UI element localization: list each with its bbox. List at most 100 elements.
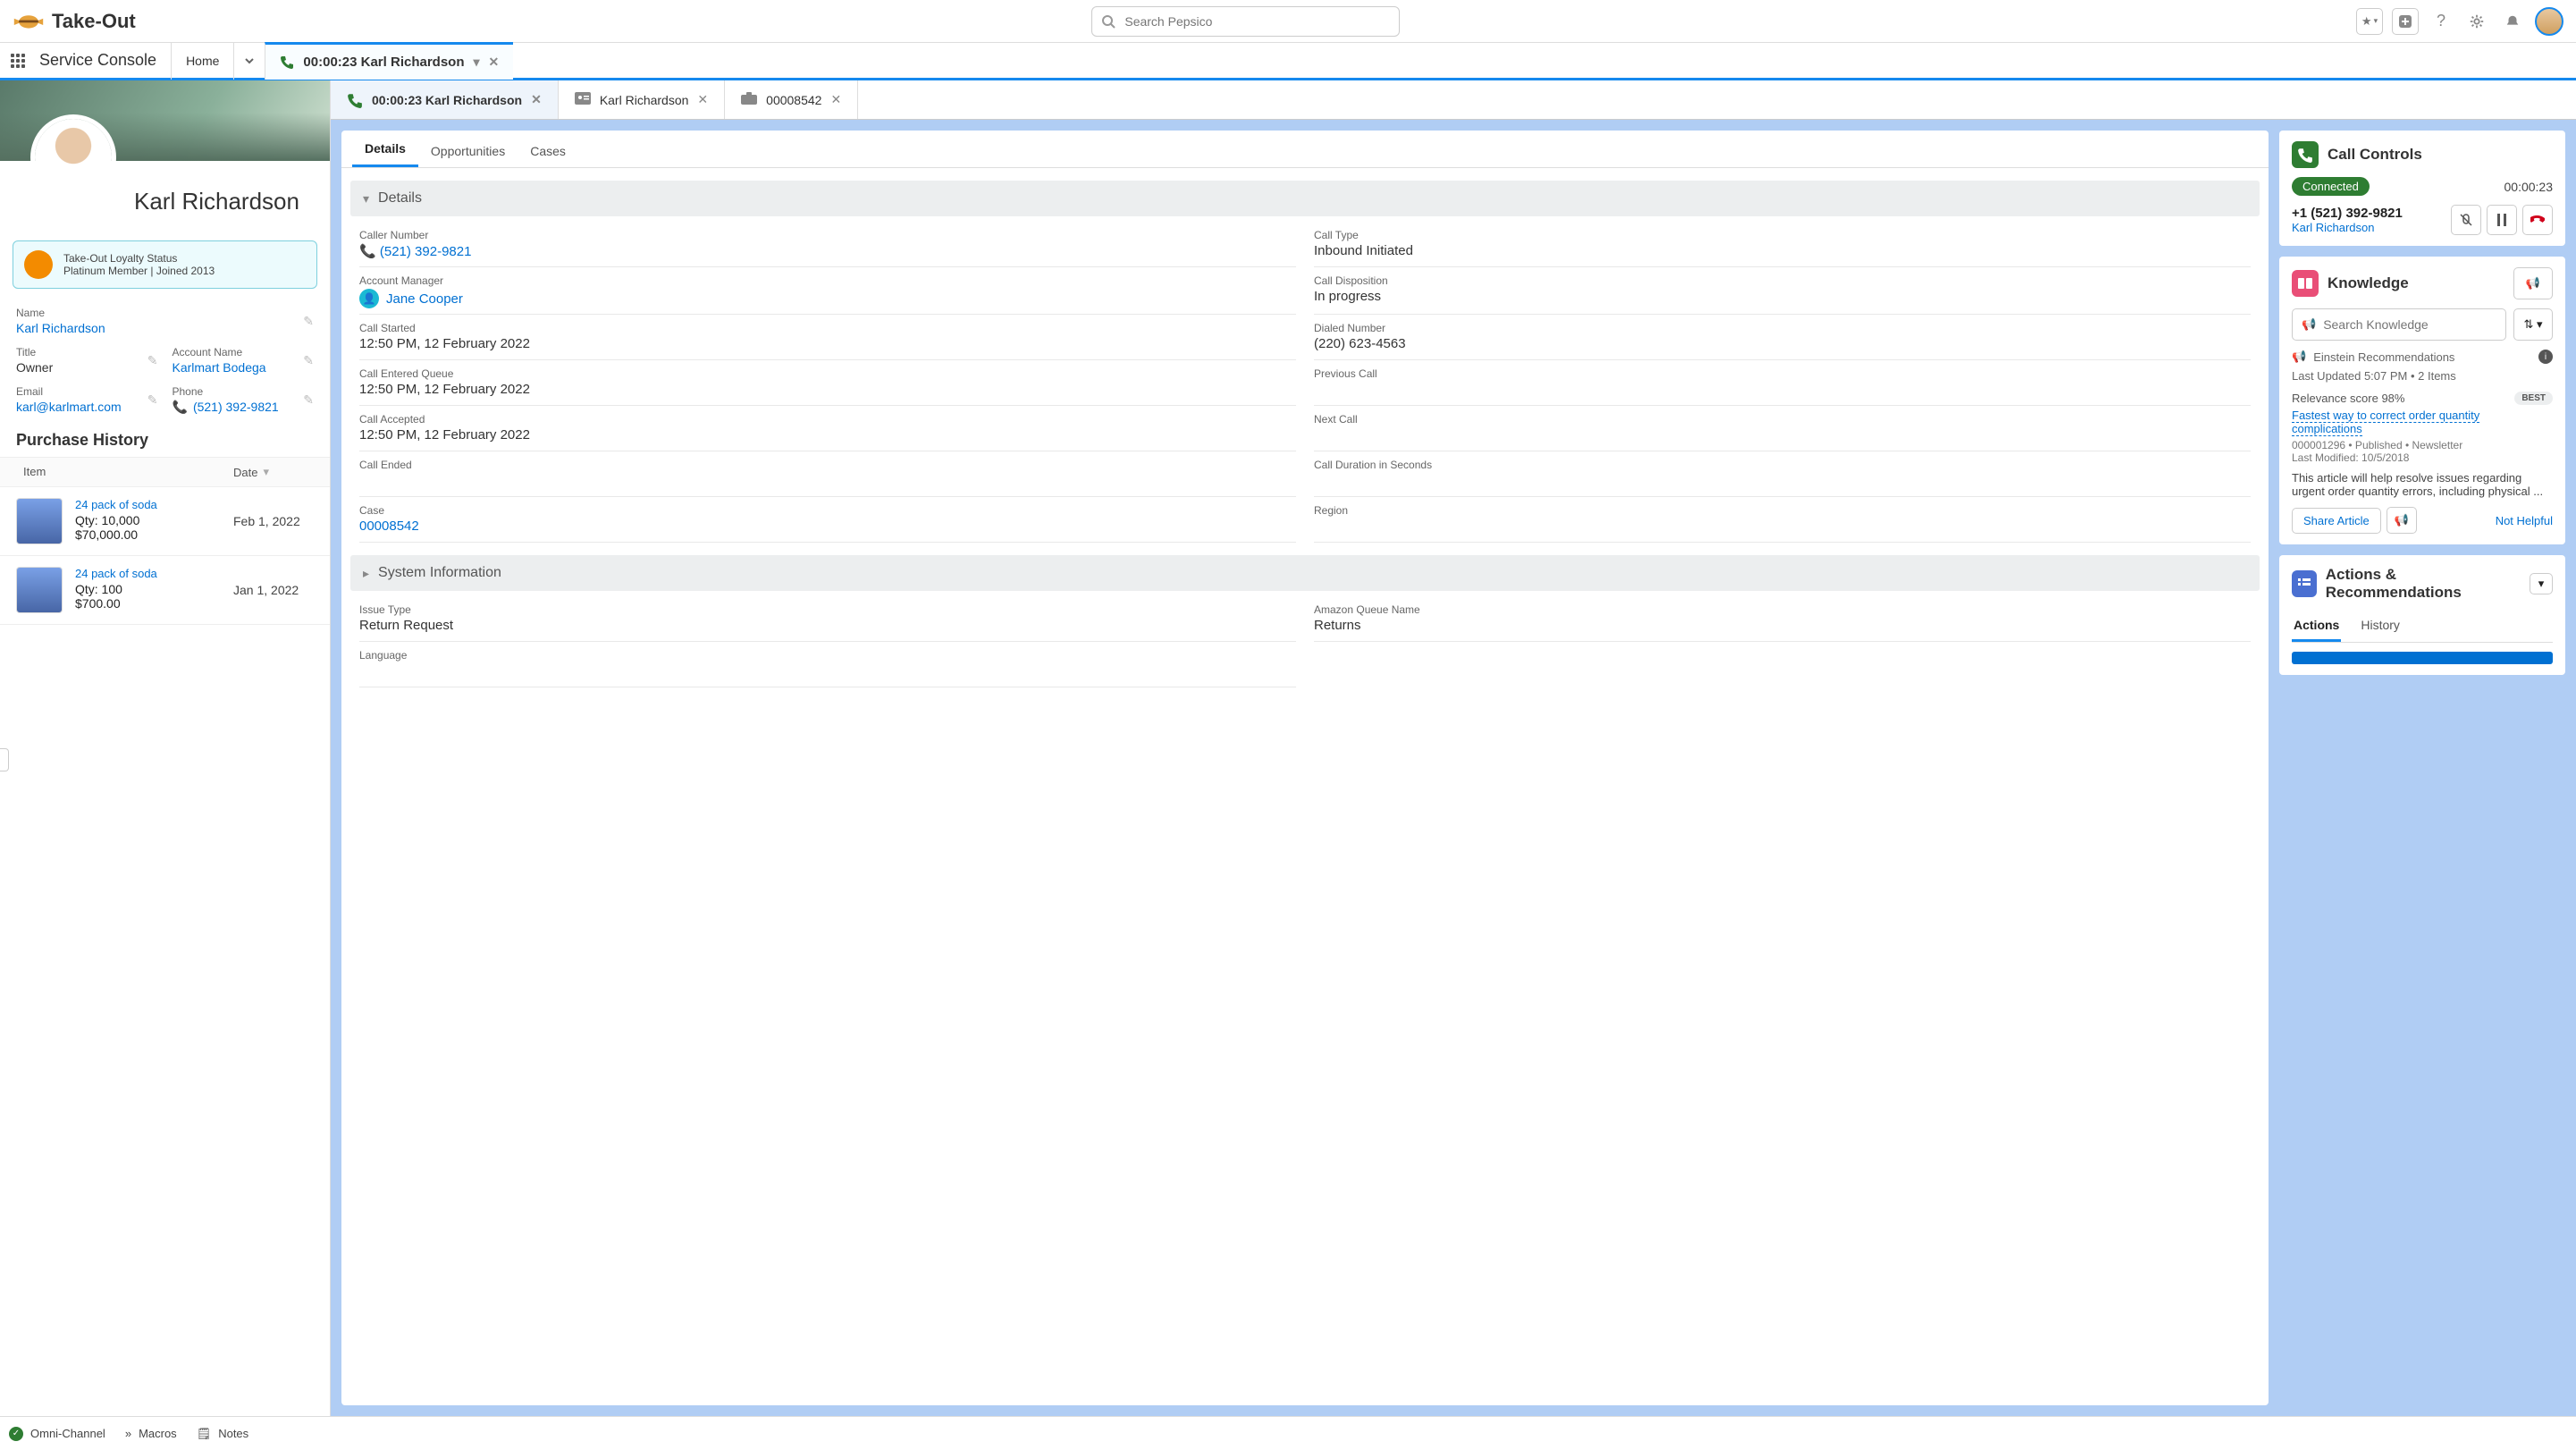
megaphone-icon: 📢 [2302,317,2316,332]
section-system-info[interactable]: ▸ System Information [350,555,2260,591]
label-call-started: Call Started [359,322,1296,334]
article-modified: Last Modified: 10/5/2018 [2292,451,2553,464]
close-icon[interactable]: ✕ [489,55,500,70]
info-icon[interactable]: i [2538,350,2553,364]
actions-icon [2292,570,2317,597]
notifications-icon[interactable] [2499,8,2526,35]
nav-tab-call[interactable]: 00:00:23 Karl Richardson ▾ ✕ [265,42,513,80]
value-account-manager[interactable]: 👤Jane Cooper [359,289,463,308]
briefcase-icon [741,92,757,108]
value-email[interactable]: karl@karlmart.com [16,400,158,414]
subtab-call[interactable]: 00:00:23 Karl Richardson ✕ [331,80,559,119]
nav-tab-home[interactable]: Home [171,42,233,80]
phone-icon [347,92,363,108]
label-previous-call: Previous Call [1314,367,2251,380]
article-link[interactable]: Fastest way to correct order quantity co… [2292,409,2479,436]
knowledge-settings[interactable]: 📢 [2513,267,2553,299]
value-phone[interactable]: 📞(521) 392-9821 [173,400,315,415]
edit-name-icon[interactable]: ✎ [303,314,314,329]
tab-cases[interactable]: Cases [518,135,578,167]
tab-actions[interactable]: Actions [2292,611,2341,642]
expand-handle[interactable] [0,748,9,771]
purchase-row[interactable]: 24 pack of soda Qty: 100 $700.00 Jan 1, … [0,556,330,625]
chevron-right-icon: ▸ [363,566,369,581]
announce-button[interactable]: 📢 [2387,507,2417,534]
share-article-button[interactable]: Share Article [2292,508,2381,534]
einstein-label: Einstein Recommendations [2313,350,2454,364]
value-disposition: In progress [1314,289,2251,307]
sort-button[interactable]: ⇅ ▾ [2513,308,2553,341]
app-launcher[interactable] [0,42,36,80]
purchase-item-link[interactable]: 24 pack of soda [75,498,157,511]
close-icon[interactable]: ✕ [830,92,841,107]
nav-tab-home-menu[interactable] [233,42,265,80]
search-icon [1101,14,1115,29]
purchase-date: Feb 1, 2022 [233,498,314,544]
global-search-input[interactable] [1124,14,1390,29]
favorites-button[interactable]: ★▾ [2356,8,2383,35]
product-thumb [16,498,63,544]
tab-opportunities[interactable]: Opportunities [418,135,518,167]
purchase-qty: Qty: 100 [75,582,233,596]
brand-name: Take-Out [52,10,136,33]
col-item[interactable]: Item [16,465,233,479]
value-dialed: (220) 623-4563 [1314,336,2251,354]
contact-card-icon [575,92,591,108]
label-amazon-queue: Amazon Queue Name [1314,603,2251,616]
value-issue-type: Return Request [359,618,1296,636]
purchase-history-heading: Purchase History [0,418,330,457]
user-avatar-icon: 👤 [359,289,379,308]
footer-macros[interactable]: »Macros [125,1427,177,1440]
hangup-button[interactable] [2522,205,2553,235]
tab-details[interactable]: Details [352,132,418,167]
edit-phone-icon[interactable]: ✎ [303,392,314,408]
nav-tab-call-label: 00:00:23 Karl Richardson [303,55,464,70]
add-button[interactable] [2392,8,2419,35]
section-details[interactable]: ▾ Details [350,181,2260,216]
purchase-row[interactable]: 24 pack of soda Qty: 10,000 $70,000.00 F… [0,487,330,556]
action-item[interactable] [2292,652,2553,664]
knowledge-search[interactable]: 📢 [2292,308,2506,341]
value-account[interactable]: Karlmart Bodega [173,360,315,375]
subtab-case[interactable]: 00008542 ✕ [725,80,858,119]
value-caller-number[interactable]: 📞 (521) 392-9821 [359,243,1296,261]
actions-menu[interactable]: ▾ [2530,573,2553,594]
not-helpful-link[interactable]: Not Helpful [2496,514,2553,527]
knowledge-search-input[interactable] [2323,317,2496,332]
close-icon[interactable]: ✕ [531,92,542,107]
purchase-item-link[interactable]: 24 pack of soda [75,567,157,580]
value-ended [359,473,1296,491]
label-dialed: Dialed Number [1314,322,2251,334]
loyalty-badge-icon [24,250,53,279]
edit-account-icon[interactable]: ✎ [303,353,314,368]
value-language [359,663,1296,681]
close-icon[interactable]: ✕ [697,92,708,107]
footer-notes[interactable]: 🗒Notes [197,1427,248,1441]
status-badge: Connected [2292,177,2370,196]
edit-title-icon[interactable]: ✎ [147,353,158,368]
help-icon[interactable]: ? [2428,8,2454,35]
app-name: Service Console [36,51,171,70]
value-accepted: 12:50 PM, 12 February 2022 [359,427,1296,445]
subtab-case-label: 00008542 [766,93,821,107]
value-name[interactable]: Karl Richardson [16,321,314,335]
chevron-down-icon[interactable]: ▾ [474,55,480,70]
global-search[interactable] [1091,6,1400,37]
subtab-contact[interactable]: Karl Richardson ✕ [559,80,725,119]
pause-button[interactable] [2487,205,2517,235]
value-previous-call [1314,382,2251,400]
tab-history[interactable]: History [2359,611,2402,642]
user-avatar[interactable] [2535,7,2563,36]
edit-email-icon[interactable]: ✎ [147,392,158,408]
brand-logo[interactable]: Take-Out [13,9,136,34]
article-snippet: This article will help resolve issues re… [2292,471,2553,498]
best-badge: BEST [2514,392,2553,405]
value-title: Owner [16,360,158,375]
value-case[interactable]: 00008542 [359,518,1296,536]
phone-icon: 📞 [359,244,376,259]
footer-omni-channel[interactable]: ✓Omni-Channel [9,1427,105,1441]
col-date[interactable]: Date▾ [233,465,314,479]
gear-icon[interactable] [2463,8,2490,35]
caller-name-link[interactable]: Karl Richardson [2292,221,2375,234]
mute-button[interactable] [2451,205,2481,235]
